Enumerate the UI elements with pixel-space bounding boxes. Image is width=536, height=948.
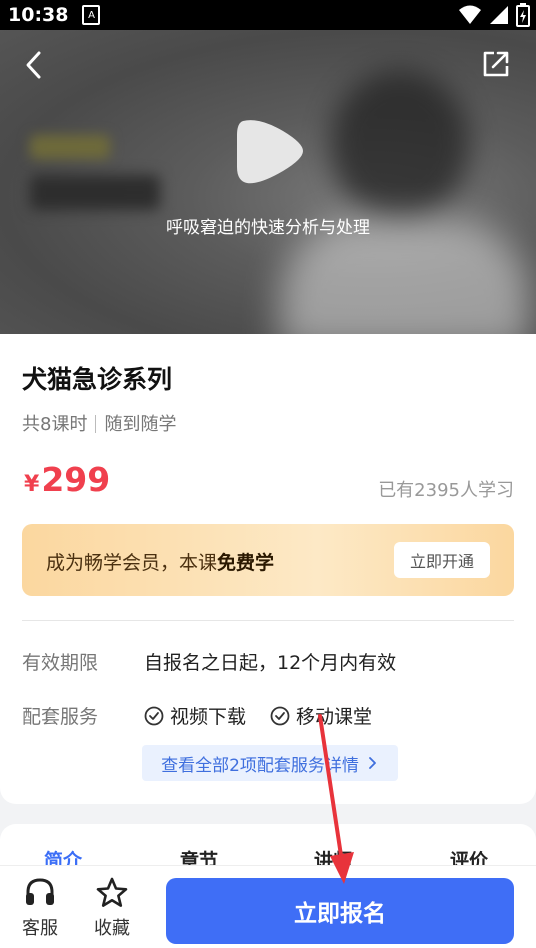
star-icon [96, 877, 128, 907]
video-title: 呼吸窘迫的快速分析与处理 [166, 218, 370, 238]
bottom-action-bar: 客服 收藏 立即报名 [0, 865, 536, 948]
battery-icon [516, 3, 530, 27]
vip-text-free: 免费学 [217, 552, 275, 574]
course-info-card: 犬猫急诊系列 共8课时 随到随学 ¥299 已有2395人学习 成为畅学会员，本课… [0, 334, 536, 804]
divider [22, 620, 514, 621]
customer-service-label: 客服 [22, 918, 58, 939]
share-icon[interactable] [478, 46, 514, 82]
course-price: ¥299 [24, 460, 110, 499]
course-title: 犬猫急诊系列 [22, 365, 173, 394]
vip-activate-button[interactable]: 立即开通 [394, 542, 490, 578]
vip-text-prefix: 成为畅学会员，本课 [46, 552, 218, 574]
favorite-button[interactable]: 收藏 [82, 876, 142, 940]
status-icons [458, 3, 530, 27]
vip-text: 成为畅学会员，本课免费学 [46, 548, 274, 575]
price-amount: 299 [41, 460, 111, 499]
video-player[interactable]: 呼吸窘迫的快速分析与处理 [0, 30, 536, 334]
learner-count: 已有2395人学习 [378, 480, 514, 501]
validity-value: 自报名之日起，12个月内有效 [144, 652, 397, 674]
video-thumbnail-person [330, 70, 470, 220]
service-item-video-download: 视频下载 [144, 702, 246, 729]
study-mode: 随到随学 [104, 414, 177, 435]
check-circle-icon [144, 706, 164, 725]
enroll-button[interactable]: 立即报名 [166, 878, 514, 944]
headset-icon [26, 878, 54, 905]
chevron-right-icon [369, 757, 376, 769]
favorite-label: 收藏 [94, 918, 130, 939]
video-thumbnail-title-blur [30, 175, 160, 210]
wifi-icon [459, 5, 481, 24]
customer-service-button[interactable]: 客服 [10, 876, 70, 940]
services-detail-label: 查看全部2项配套服务详情 [161, 755, 359, 776]
signal-icon [490, 6, 508, 24]
back-button[interactable] [18, 48, 52, 82]
check-circle-icon [270, 706, 290, 725]
meta-divider [95, 415, 97, 433]
lesson-count: 共8课时 [22, 414, 88, 435]
video-thumbnail-caption-blur [30, 135, 110, 159]
vip-banner[interactable]: 成为畅学会员，本课免费学 立即开通 [22, 524, 514, 596]
status-time: 10:38 [8, 4, 69, 26]
validity-label: 有效期限 [22, 652, 99, 674]
notification-a-icon: A [82, 5, 101, 25]
service-label: 视频下载 [170, 706, 247, 728]
course-meta: 共8课时 随到随学 [22, 410, 176, 436]
service-item-mobile-classroom: 移动课堂 [270, 702, 372, 729]
services-label: 配套服务 [22, 706, 99, 728]
services-detail-link[interactable]: 查看全部2项配套服务详情 [142, 745, 398, 781]
currency-symbol: ¥ [24, 472, 40, 497]
service-label: 移动课堂 [296, 706, 373, 728]
play-icon[interactable] [233, 113, 307, 189]
status-bar: 10:38 A [0, 0, 536, 30]
